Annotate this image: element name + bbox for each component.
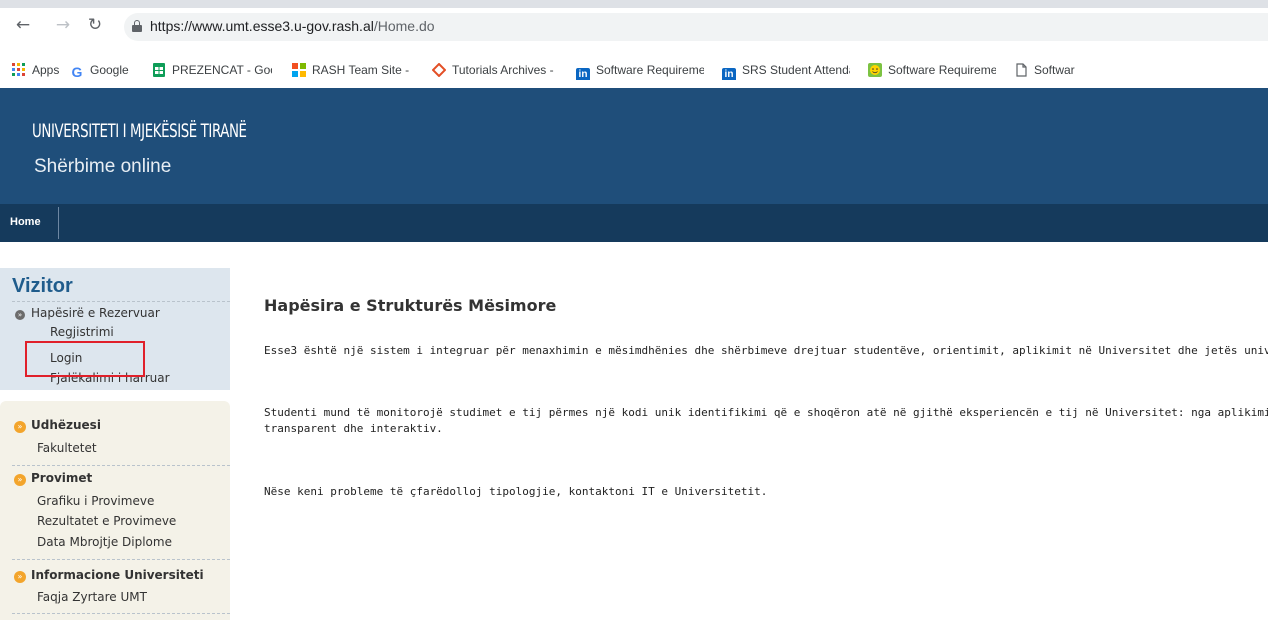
page-title: Hapësira e Strukturës Mësimore: [264, 296, 557, 315]
linkedin-icon: in: [576, 68, 590, 80]
bookmark-srs-student-attendance[interactable]: in SRS Student Attenda: [722, 60, 850, 80]
reserved-area-heading[interactable]: Hapësirë e Rezervuar: [31, 306, 160, 320]
guide-panel: [0, 401, 230, 620]
lock-icon[interactable]: [132, 20, 142, 32]
vizitor-title: Vizitor: [12, 275, 73, 297]
bookmark-apps[interactable]: Apps: [12, 60, 59, 80]
bookmark-software-requirements-2[interactable]: Software Requiremen: [868, 60, 996, 80]
document-icon: [1014, 63, 1028, 77]
monitoring-paragraph-line1: Studenti mund të monitorojë studimet e t…: [264, 406, 1268, 419]
bookmark-tutorials-archives[interactable]: Tutorials Archives - O: [432, 60, 557, 80]
bookmark-google[interactable]: G Google: [70, 60, 129, 80]
site-subtitle: Shërbime online: [34, 156, 172, 177]
nav-divider: [58, 207, 59, 239]
chevron-bullet-icon: »: [14, 571, 26, 583]
official-site-link[interactable]: Faqja Zyrtare UMT: [37, 590, 147, 604]
google-icon: G: [71, 64, 83, 80]
linkedin-icon: in: [722, 68, 736, 80]
exam-results-link[interactable]: Rezultatet e Provimeve: [37, 514, 176, 528]
faculties-link[interactable]: Fakultetet: [37, 441, 97, 455]
bookmark-rash-team-site[interactable]: RASH Team Site - Pro: [292, 60, 412, 80]
divider: [12, 559, 230, 560]
exams-heading[interactable]: Provimet: [31, 471, 92, 485]
login-highlight-box: [25, 341, 145, 377]
browser-tab-strip: [0, 0, 1268, 8]
reload-icon[interactable]: ↻: [84, 14, 106, 36]
windows-icon: [292, 63, 306, 77]
divider: [12, 301, 230, 302]
sheets-icon: [152, 63, 166, 77]
main-navbar: [0, 204, 1268, 242]
nav-home-link[interactable]: Home: [10, 216, 41, 228]
bookmarks-bar: Apps GGoogle PREZENCAT - Google RASH Tea…: [0, 56, 1268, 84]
divider: [12, 465, 230, 466]
register-link[interactable]: Regjistrimi: [50, 325, 114, 339]
site-header: [0, 88, 1268, 204]
diamond-icon: [432, 62, 447, 78]
university-name[interactable]: UNIVERSITETI I MJEKËSISË TIRANË: [32, 120, 247, 142]
contact-paragraph: Nëse keni probleme të çfarëdolloj tipolo…: [264, 485, 768, 498]
university-info-heading[interactable]: Informacione Universiteti: [31, 568, 204, 582]
chevron-bullet-icon: »: [15, 310, 25, 320]
bookmark-prezencat[interactable]: PREZENCAT - Google: [152, 60, 272, 80]
intro-paragraph: Esse3 është një sistem i integruar për m…: [264, 344, 1268, 357]
smiley-icon: [868, 63, 882, 77]
forward-arrow-icon[interactable]: →: [52, 14, 74, 36]
exam-schedule-link[interactable]: Grafiku i Provimeve: [37, 494, 154, 508]
chevron-bullet-icon: »: [14, 421, 26, 433]
monitoring-paragraph-line2: transparent dhe interaktiv.: [264, 422, 443, 435]
bookmark-software-requirements-1[interactable]: in Software Requiremen: [576, 60, 704, 80]
url-text[interactable]: https://www.umt.esse3.u-gov.rash.al/Home…: [150, 18, 435, 34]
diploma-defense-date-link[interactable]: Data Mbrojtje Diplome: [37, 535, 172, 549]
guide-heading[interactable]: Udhëzuesi: [31, 418, 101, 432]
apps-grid-icon: [12, 63, 26, 77]
bookmark-software[interactable]: Softwar: [1014, 60, 1268, 80]
back-arrow-icon[interactable]: ←: [12, 14, 34, 36]
divider: [12, 613, 230, 614]
chevron-bullet-icon: »: [14, 474, 26, 486]
